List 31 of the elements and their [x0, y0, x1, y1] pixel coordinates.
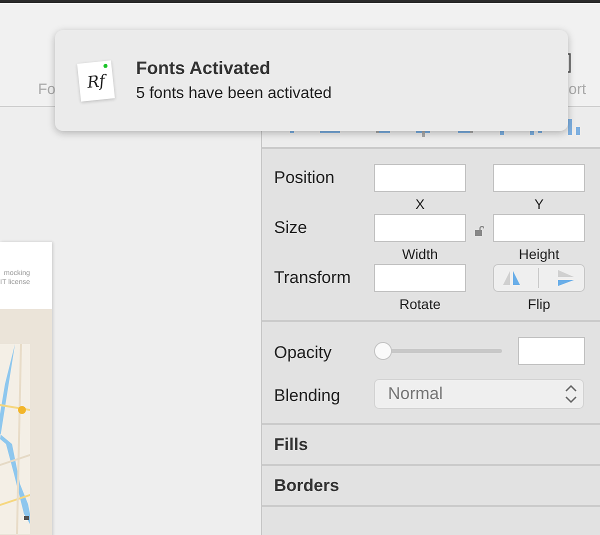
flip-horizontal-icon[interactable] [502, 269, 522, 287]
field-caption: Width [402, 246, 438, 262]
input-field[interactable] [374, 264, 466, 292]
field-label: Position [274, 167, 336, 188]
section-title[interactable]: Fills [274, 434, 308, 454]
lock-icon[interactable] [475, 226, 484, 236]
flip-vertical-icon[interactable] [556, 269, 576, 287]
field-caption: Y [534, 196, 544, 212]
opacity-slider[interactable] [374, 342, 502, 360]
field-label: Blending [274, 385, 342, 406]
app-icon: Rf [77, 60, 115, 102]
field-label: Transform [274, 267, 352, 288]
input-field[interactable] [493, 214, 585, 242]
flip-control[interactable] [493, 264, 585, 292]
slider-thumb[interactable] [374, 342, 392, 360]
notification-title: Fonts Activated [136, 58, 272, 79]
field-caption: Rotate [399, 296, 441, 312]
field-caption: Flip [528, 296, 550, 312]
notification[interactable]: Rf Fonts Activated 5 fonts have been activated [55, 30, 568, 131]
field-caption: X [415, 196, 425, 212]
stepper-icon [565, 384, 577, 404]
section-title[interactable]: Borders [274, 476, 340, 496]
notification-message: 5 fonts have been activated [136, 85, 332, 103]
field-label: Size [274, 217, 308, 238]
field-label: Opacity [274, 342, 333, 363]
field-caption: Height [518, 246, 560, 262]
blending-dropdown[interactable]: Normal [374, 379, 584, 409]
input-field[interactable] [518, 337, 585, 365]
input-field[interactable] [374, 214, 466, 242]
input-field[interactable] [493, 164, 585, 192]
input-field[interactable] [374, 164, 466, 192]
